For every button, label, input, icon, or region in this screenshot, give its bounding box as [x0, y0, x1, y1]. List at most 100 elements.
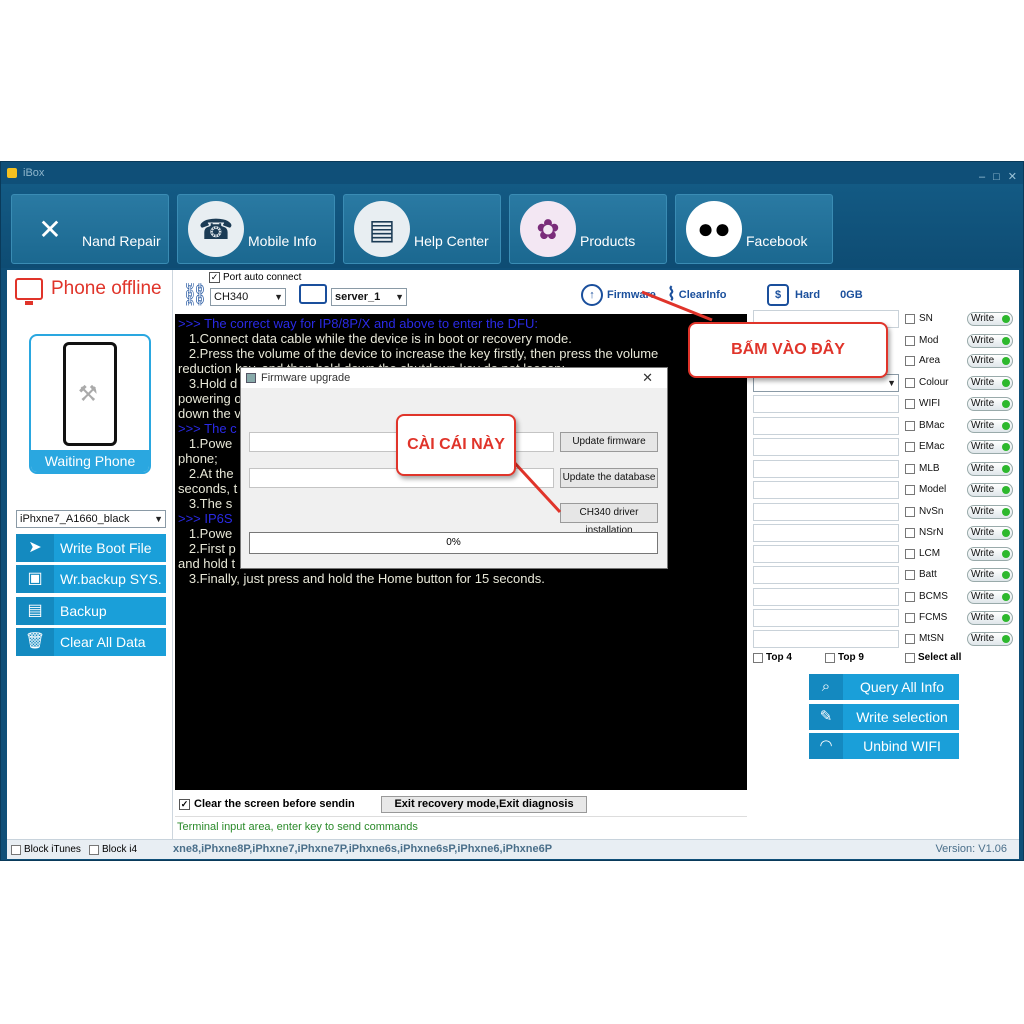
- query-all-info-button[interactable]: ⌕ Query All Info: [809, 674, 959, 700]
- field-checkbox[interactable]: [905, 506, 915, 517]
- write-button[interactable]: Write: [967, 462, 1013, 476]
- wr-backup-sys-button[interactable]: ▣ Wr.backup SYS.: [16, 565, 166, 593]
- field-sn[interactable]: SN: [905, 313, 933, 324]
- value-field-bcms[interactable]: [753, 588, 899, 606]
- block-i4-checkbox[interactable]: [89, 844, 99, 855]
- value-field-nsrn[interactable]: [753, 524, 899, 542]
- field-checkbox[interactable]: [905, 591, 915, 602]
- top9-option[interactable]: Top 9: [825, 652, 864, 663]
- value-field-bmac[interactable]: [753, 417, 899, 435]
- field-nsrn[interactable]: NSrN: [905, 527, 943, 538]
- block-itunes-checkbox[interactable]: [11, 844, 21, 855]
- write-button[interactable]: Write: [967, 354, 1013, 368]
- field-colour[interactable]: Colour: [905, 377, 948, 388]
- field-checkbox[interactable]: [905, 527, 915, 538]
- write-button[interactable]: Write: [967, 632, 1013, 646]
- block-i4-option[interactable]: Block i4: [89, 844, 137, 855]
- port-select[interactable]: CH340 ▼: [210, 288, 286, 306]
- field-checkbox[interactable]: [905, 377, 915, 388]
- field-checkbox[interactable]: [905, 633, 915, 644]
- field-model[interactable]: Model: [905, 484, 946, 495]
- write-button[interactable]: Write: [967, 547, 1013, 561]
- nav-nand-repair[interactable]: ✕ Nand Repair: [11, 194, 169, 264]
- write-button[interactable]: Write: [967, 611, 1013, 625]
- field-checkbox[interactable]: [905, 569, 915, 580]
- field-mlb[interactable]: MLB: [905, 463, 940, 474]
- field-wifi[interactable]: WIFI: [905, 398, 940, 409]
- nav-products[interactable]: ✿ Products: [509, 194, 667, 264]
- terminal-input[interactable]: Terminal input area, enter key to send c…: [175, 816, 747, 836]
- field-checkbox[interactable]: [905, 548, 915, 559]
- field-checkbox[interactable]: [905, 463, 915, 474]
- value-field-lcm[interactable]: [753, 545, 899, 563]
- clear-screen-option[interactable]: ✓ Clear the screen before sendin: [179, 798, 355, 810]
- write-button[interactable]: Write: [967, 568, 1013, 582]
- write-button[interactable]: Write: [967, 419, 1013, 433]
- unbind-wifi-button[interactable]: ◠ Unbind WIFI: [809, 733, 959, 759]
- value-field-fcms[interactable]: [753, 609, 899, 627]
- field-checkbox[interactable]: [905, 355, 915, 366]
- nav-help-center[interactable]: ▤ Help Center: [343, 194, 501, 264]
- block-itunes-option[interactable]: Block iTunes: [11, 844, 81, 855]
- value-field-model[interactable]: [753, 481, 899, 499]
- field-label: NSrN: [919, 527, 944, 538]
- exit-recovery-button[interactable]: Exit recovery mode,Exit diagnosis: [381, 796, 587, 813]
- write-button[interactable]: Write: [967, 376, 1013, 390]
- clear-all-data-button[interactable]: 🗑 Clear All Data: [16, 628, 166, 656]
- write-button[interactable]: Write: [967, 505, 1013, 519]
- port-auto-connect[interactable]: ✓ Port auto connect: [209, 272, 301, 283]
- firmware-button[interactable]: ↑ Firmware: [581, 284, 656, 306]
- value-field-nvsn[interactable]: [753, 503, 899, 521]
- field-checkbox[interactable]: [905, 612, 915, 623]
- top4-checkbox[interactable]: [753, 652, 763, 663]
- write-button[interactable]: Write: [967, 440, 1013, 454]
- field-checkbox[interactable]: [905, 335, 915, 346]
- clear-screen-checkbox[interactable]: ✓: [179, 798, 190, 810]
- value-field-emac[interactable]: [753, 438, 899, 456]
- field-bcms[interactable]: BCMS: [905, 591, 948, 602]
- ch340-driver-button[interactable]: CH340 driver installation: [560, 503, 658, 536]
- write-button[interactable]: Write: [967, 483, 1013, 497]
- field-nvsn[interactable]: NvSn: [905, 506, 943, 517]
- update-database-button[interactable]: Update the database: [560, 468, 658, 488]
- write-button[interactable]: Write: [967, 312, 1013, 326]
- model-select[interactable]: iPhxne7_A1660_black ▼: [16, 510, 166, 528]
- field-fcms[interactable]: FCMS: [905, 612, 947, 623]
- field-area[interactable]: Area: [905, 355, 940, 366]
- value-field-mtsn[interactable]: [753, 630, 899, 648]
- top9-checkbox[interactable]: [825, 652, 835, 663]
- field-mod[interactable]: Mod: [905, 335, 938, 346]
- write-label: Write: [971, 335, 995, 346]
- field-lcm[interactable]: LCM: [905, 548, 940, 559]
- field-checkbox[interactable]: [905, 398, 915, 409]
- backup-syscfg-button[interactable]: ▤ Backup SYSCFG: [16, 597, 166, 647]
- field-batt[interactable]: Batt: [905, 569, 937, 580]
- update-firmware-button[interactable]: Update firmware: [560, 432, 658, 452]
- write-button[interactable]: Write: [967, 334, 1013, 348]
- field-checkbox[interactable]: [905, 420, 915, 431]
- nav-facebook[interactable]: ●● Facebook: [675, 194, 833, 264]
- select-all-checkbox[interactable]: [905, 652, 915, 663]
- field-checkbox[interactable]: [905, 441, 915, 452]
- server-select[interactable]: server_1 ▼: [331, 288, 407, 306]
- value-field-batt[interactable]: [753, 566, 899, 584]
- clearinfo-button[interactable]: ⌇ ClearInfo: [667, 284, 726, 305]
- write-button[interactable]: Write: [967, 397, 1013, 411]
- top4-option[interactable]: Top 4: [753, 652, 792, 663]
- field-bmac[interactable]: BMac: [905, 420, 945, 431]
- value-field-mlb[interactable]: [753, 460, 899, 478]
- port-auto-connect-checkbox[interactable]: ✓: [209, 272, 220, 283]
- value-field-wifi[interactable]: [753, 395, 899, 413]
- field-mtsn[interactable]: MtSN: [905, 633, 944, 644]
- dialog-close-button[interactable]: ✕: [642, 368, 653, 388]
- select-all-option[interactable]: Select all: [905, 652, 961, 663]
- field-checkbox[interactable]: [905, 313, 915, 324]
- field-emac[interactable]: EMac: [905, 441, 945, 452]
- top4-label: Top 4: [766, 652, 792, 663]
- write-boot-file-button[interactable]: ➤ Write Boot File: [16, 534, 166, 562]
- nav-mobile-info[interactable]: ☎ Mobile Info: [177, 194, 335, 264]
- write-button[interactable]: Write: [967, 590, 1013, 604]
- write-button[interactable]: Write: [967, 526, 1013, 540]
- write-selection-button[interactable]: ✎ Write selection: [809, 704, 959, 730]
- field-checkbox[interactable]: [905, 484, 915, 495]
